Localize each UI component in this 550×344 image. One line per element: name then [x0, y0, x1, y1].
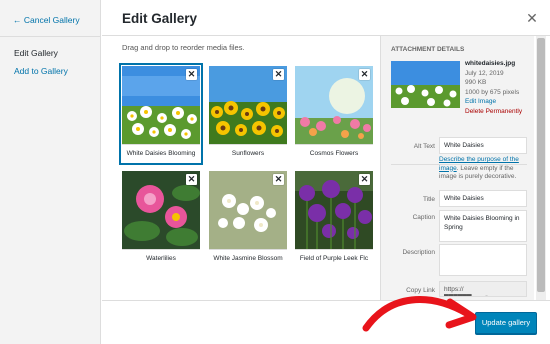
gallery-item[interactable]: ✕ White Jasmine Blossom	[209, 171, 287, 267]
caption-field[interactable]: White Daisies Blooming in Spring	[439, 210, 527, 242]
thumbnail-caption: Sunflowers	[209, 144, 287, 162]
remove-icon[interactable]: ✕	[359, 174, 370, 185]
cancel-gallery-link[interactable]: ← Cancel Gallery	[13, 15, 80, 25]
alt-text-field[interactable]: White Daisies	[439, 137, 527, 154]
thumbnail-caption: White Daisies Blooming	[122, 144, 200, 162]
gallery-item[interactable]: ✕ Sunflowers	[209, 66, 287, 162]
description-label: Description	[402, 249, 435, 256]
gallery-item[interactable]: ✕ White Daisies Blooming	[119, 63, 203, 165]
gallery-item[interactable]: ✕ Waterlilies	[122, 171, 200, 267]
menu-item-add-to-gallery[interactable]: Add to Gallery	[14, 66, 68, 76]
caption-label: Caption	[412, 214, 435, 221]
alt-text-label: Alt Text	[413, 143, 435, 150]
modal-title: Edit Gallery	[122, 11, 198, 26]
gallery-item[interactable]: ✕ Field of Purple Leek Flc	[295, 171, 373, 267]
attachment-meta: whitedaisies.jpg July 12, 2019 990 KB 10…	[465, 59, 522, 116]
attachment-size: 990 KB	[465, 79, 487, 86]
red-arrow-icon	[362, 296, 477, 332]
gallery-item[interactable]: ✕ Cosmos Flowers	[295, 66, 373, 162]
remove-icon[interactable]: ✕	[186, 174, 197, 185]
media-menu: ← Cancel Gallery Edit Gallery Add to Gal…	[0, 0, 101, 344]
menu-separator	[0, 36, 101, 37]
remove-icon[interactable]: ✕	[359, 69, 370, 80]
attachment-date: July 12, 2019	[465, 69, 504, 77]
remove-icon[interactable]: ✕	[273, 69, 284, 80]
menu-item-edit-gallery[interactable]: Edit Gallery	[14, 48, 58, 58]
remove-icon[interactable]: ✕	[273, 174, 284, 185]
thumbnail-caption: Waterlilies	[122, 249, 200, 267]
attachment-thumbnail	[391, 61, 460, 108]
attachment-dimensions: 1000 by 675 pixels	[465, 88, 520, 96]
alt-text-hint: Describe the purpose of the image. Leave…	[439, 156, 527, 182]
attachment-details-heading: ATTACHMENT DETAILS	[391, 46, 465, 53]
close-icon[interactable]: ✕	[524, 10, 540, 26]
title-field[interactable]: White Daisies	[439, 190, 527, 207]
thumbnail-caption: Cosmos Flowers	[295, 144, 373, 162]
attachment-filename: whitedaisies.jpg	[465, 60, 516, 67]
edit-image-link[interactable]: Edit Image	[465, 97, 522, 107]
scrollbar-thumb[interactable]	[537, 38, 545, 292]
attachment-details-sidebar: ATTACHMENT DETAILS whitedaisies.jpg July…	[380, 36, 534, 300]
remove-icon[interactable]: ✕	[186, 69, 197, 80]
thumbnail-caption: Field of Purple Leek Flc	[295, 249, 373, 267]
thumbnail-caption: White Jasmine Blossom	[209, 249, 287, 267]
media-modal: ← Cancel Gallery Edit Gallery Add to Gal…	[0, 0, 550, 344]
title-label: Title	[422, 196, 435, 203]
instructions: Drag and drop to reorder media files.	[122, 43, 245, 52]
delete-permanently-link[interactable]: Delete Permanently	[465, 107, 522, 117]
update-gallery-button[interactable]: Update gallery	[475, 312, 537, 334]
